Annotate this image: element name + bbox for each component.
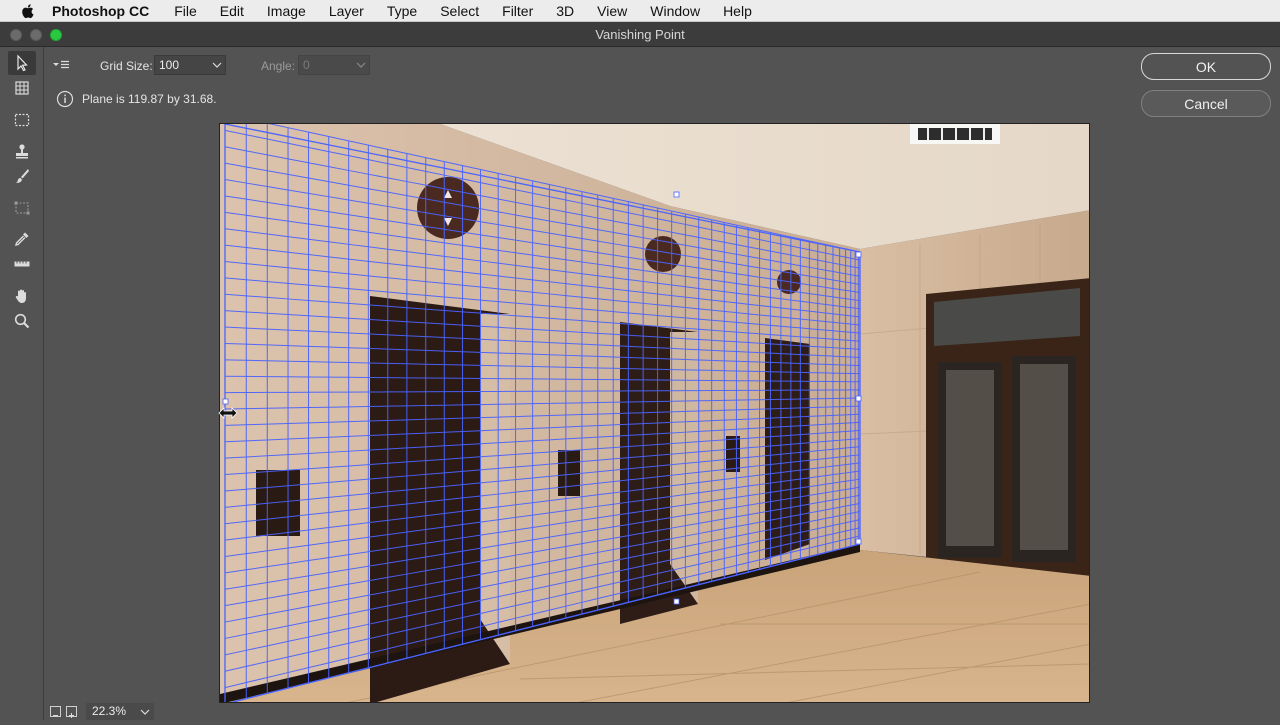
plane-grid-icon [15, 81, 29, 95]
menu-app-name[interactable]: Photoshop CC [52, 3, 149, 19]
grid-size-dropdown[interactable] [208, 55, 226, 75]
menu-file[interactable]: File [174, 3, 197, 19]
chevron-down-icon [356, 62, 366, 68]
zoom-in-button[interactable] [66, 706, 77, 718]
tool-panel [0, 47, 44, 720]
edit-plane-tool[interactable] [8, 51, 36, 75]
zoom-out-button[interactable] [50, 706, 61, 717]
plane-menu-icon[interactable] [52, 58, 70, 72]
eyedropper-tool[interactable] [8, 227, 36, 251]
angle-label: Angle: [261, 59, 296, 73]
hand-icon [15, 289, 26, 303]
chevron-down-icon [140, 709, 150, 715]
minus-icon [53, 715, 58, 716]
angle-dropdown[interactable] [352, 55, 370, 75]
eyedropper-icon [15, 232, 29, 246]
menu-filter[interactable]: Filter [502, 3, 533, 19]
menu-edit[interactable]: Edit [220, 3, 244, 19]
magnifier-icon [14, 313, 30, 329]
ok-button[interactable]: OK [1141, 53, 1271, 80]
menu-layer[interactable]: Layer [329, 3, 364, 19]
menu-select[interactable]: Select [440, 3, 479, 19]
transform-tool[interactable] [8, 196, 36, 220]
marquee-tool[interactable] [8, 108, 36, 132]
menu-image[interactable]: Image [267, 3, 306, 19]
brush-icon [15, 169, 29, 183]
preview-canvas[interactable] [219, 123, 1090, 703]
cancel-button[interactable]: Cancel [1141, 90, 1271, 117]
arrow-pointer-icon [17, 54, 28, 72]
menu-type[interactable]: Type [387, 3, 417, 19]
marquee-icon [14, 113, 30, 127]
transform-icon [14, 201, 30, 215]
vanishing-point-window: Vanishing Point Grid Size: 100 Angle: 0 … [0, 22, 1280, 720]
measure-tool[interactable] [8, 252, 36, 276]
title-bar: Vanishing Point [0, 22, 1280, 47]
grid-size-label: Grid Size: [100, 59, 153, 73]
menu-window[interactable]: Window [650, 3, 700, 19]
hand-tool[interactable] [8, 284, 36, 308]
options-bar: Grid Size: 100 Angle: 0 [44, 47, 1280, 85]
create-plane-tool[interactable] [8, 76, 36, 100]
window-title: Vanishing Point [595, 27, 685, 42]
brush-tool[interactable] [8, 164, 36, 188]
zoom-tool[interactable] [8, 309, 36, 333]
lobby-photo [220, 124, 1089, 702]
stamp-tool[interactable] [8, 139, 36, 163]
menu-help[interactable]: Help [723, 3, 752, 19]
info-icon [56, 90, 74, 108]
resize-cursor-icon [218, 407, 238, 419]
clone-stamp-icon [16, 144, 28, 159]
apple-icon[interactable] [18, 1, 38, 21]
menu-view[interactable]: View [597, 3, 627, 19]
ruler-icon [14, 261, 30, 267]
menu-3d[interactable]: 3D [556, 3, 574, 19]
chevron-down-icon [212, 62, 222, 68]
zoom-dropdown[interactable] [138, 703, 152, 720]
plus-icon [69, 713, 74, 718]
menu-bar: Photoshop CC File Edit Image Layer Type … [0, 0, 1280, 22]
plane-info-message: Plane is 119.87 by 31.68. [82, 92, 217, 106]
